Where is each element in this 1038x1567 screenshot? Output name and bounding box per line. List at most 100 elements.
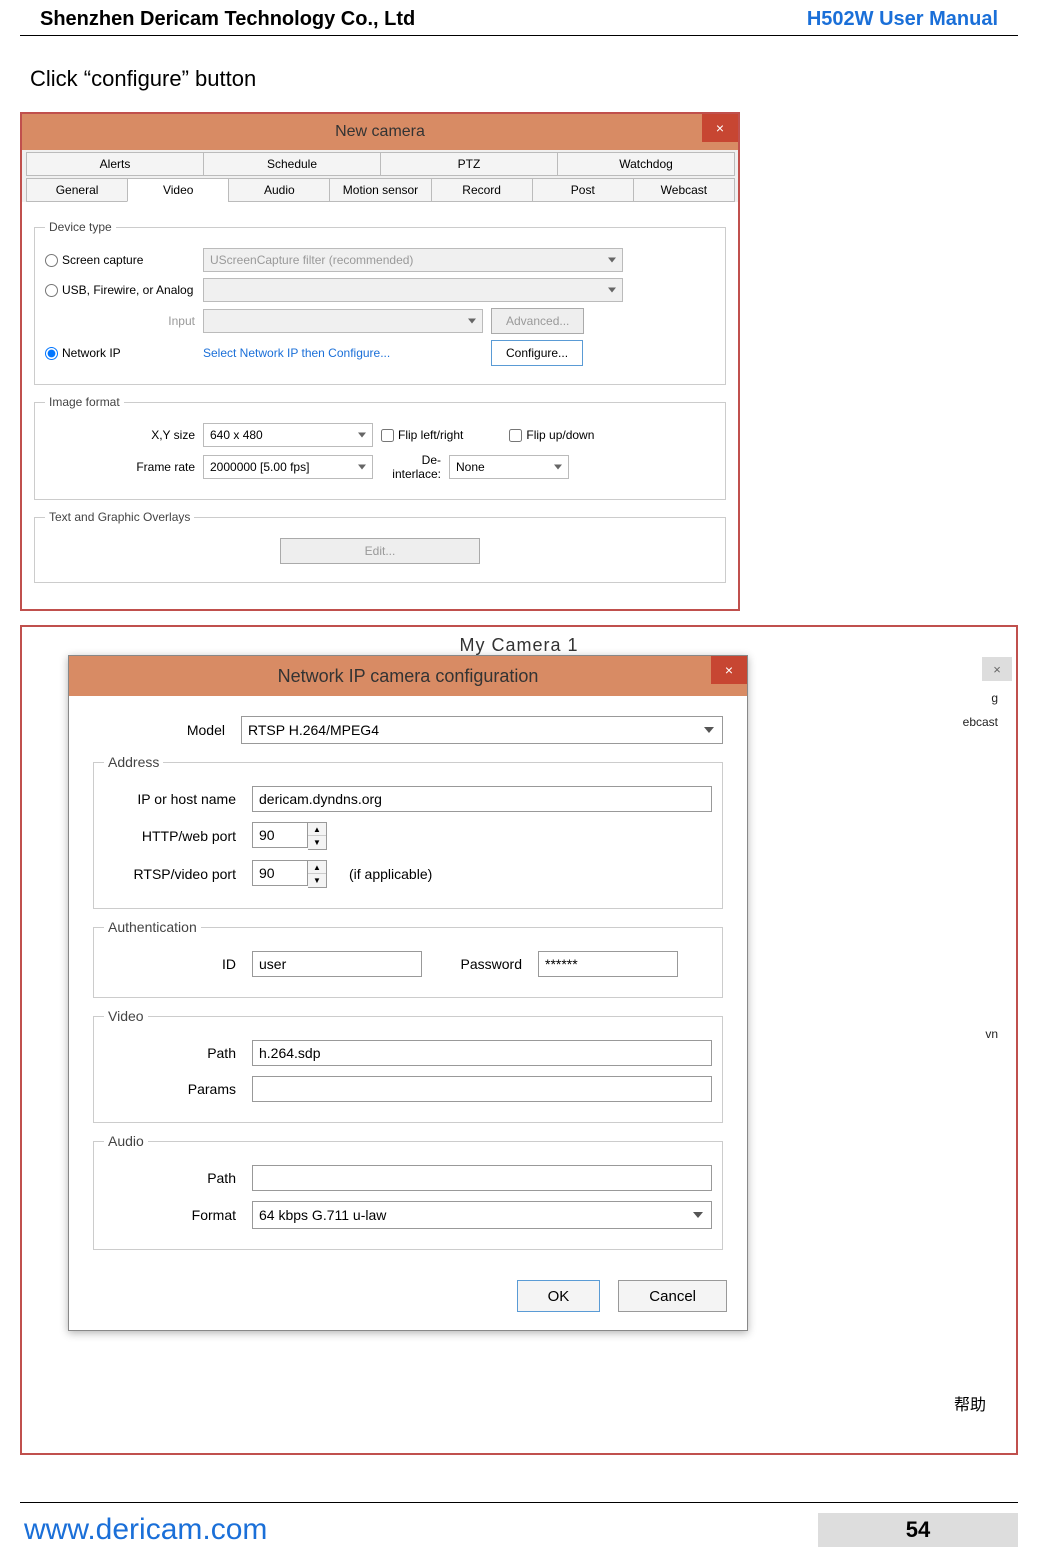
footer-link: www.dericam.com: [20, 1513, 818, 1547]
configure-button[interactable]: Configure...: [491, 340, 583, 366]
company-name: Shenzhen Dericam Technology Co., Ltd: [40, 8, 415, 31]
tab-record[interactable]: Record: [431, 178, 533, 202]
edit-overlay-button[interactable]: Edit...: [280, 538, 480, 564]
radio-usb-label: USB, Firewire, or Analog: [62, 283, 193, 297]
frame-rate-select[interactable]: 2000000 [5.00 fps]: [203, 455, 373, 479]
ok-button[interactable]: OK: [517, 1280, 601, 1312]
deinterlace-label: De-interlace:: [381, 453, 441, 481]
bg-hint-g: g: [991, 691, 998, 705]
radio-screen-capture-label: Screen capture: [62, 253, 143, 267]
window-title: New camera: [335, 123, 425, 141]
tabs-row-upper: Alerts Schedule PTZ Watchdog: [22, 150, 738, 176]
device-type-group: Device type Screen capture UScreenCaptur…: [34, 220, 726, 385]
audio-format-label: Format: [104, 1207, 244, 1223]
radio-network-ip[interactable]: Network IP: [45, 346, 195, 360]
rtsp-port-label: RTSP/video port: [104, 866, 244, 882]
model-value: RTSP H.264/MPEG4: [248, 722, 379, 738]
audio-path-input[interactable]: [252, 1165, 712, 1191]
dialog-close-button[interactable]: ×: [711, 656, 747, 684]
http-port-spin-buttons[interactable]: ▲▼: [308, 822, 327, 850]
tab-ptz[interactable]: PTZ: [380, 152, 558, 176]
overlays-legend: Text and Graphic Overlays: [45, 510, 194, 524]
video-group: Video Path Params: [93, 1008, 723, 1123]
usb-input-select[interactable]: [203, 309, 483, 333]
tab-schedule[interactable]: Schedule: [203, 152, 381, 176]
video-params-input[interactable]: [252, 1076, 712, 1102]
http-port-label: HTTP/web port: [104, 828, 244, 844]
flip-ud-input[interactable]: [509, 429, 522, 442]
titlebar: New camera ×: [22, 114, 738, 150]
device-type-legend: Device type: [45, 220, 116, 234]
video-legend: Video: [104, 1008, 148, 1024]
video-params-label: Params: [104, 1081, 244, 1097]
xy-size-select[interactable]: 640 x 480: [203, 423, 373, 447]
auth-password-input[interactable]: [538, 951, 678, 977]
address-group: Address IP or host name HTTP/web port ▲▼: [93, 754, 723, 909]
model-label: Model: [93, 722, 233, 738]
deinterlace-select[interactable]: None: [449, 455, 569, 479]
xy-size-value: 640 x 480: [210, 428, 263, 442]
flip-lr-checkbox[interactable]: Flip left/right: [381, 428, 463, 442]
dialog-title: Network IP camera configuration: [278, 666, 539, 687]
bg-hint-ebcast: ebcast: [963, 715, 998, 729]
http-port-input[interactable]: [252, 822, 308, 848]
tab-watchdog[interactable]: Watchdog: [557, 152, 735, 176]
tab-video[interactable]: Video: [127, 178, 229, 202]
video-path-input[interactable]: [252, 1040, 712, 1066]
bg-help-button[interactable]: 帮助: [954, 1391, 986, 1415]
auth-id-label: ID: [104, 956, 244, 972]
http-port-spinner[interactable]: ▲▼: [252, 822, 327, 850]
audio-group: Audio Path Format 64 kbps G.711 u-law: [93, 1133, 723, 1250]
radio-usb[interactable]: USB, Firewire, or Analog: [45, 283, 195, 297]
ip-label: IP or host name: [104, 791, 244, 807]
flip-ud-checkbox[interactable]: Flip up/down: [509, 428, 594, 442]
auth-legend: Authentication: [104, 919, 201, 935]
bg-close-button[interactable]: ×: [982, 657, 1012, 681]
auth-group: Authentication ID Password: [93, 919, 723, 998]
flip-lr-input[interactable]: [381, 429, 394, 442]
flip-lr-label: Flip left/right: [398, 428, 463, 442]
radio-screen-capture[interactable]: Screen capture: [45, 253, 195, 267]
tab-alerts[interactable]: Alerts: [26, 152, 204, 176]
tab-motion-sensor[interactable]: Motion sensor: [329, 178, 431, 202]
audio-format-value: 64 kbps G.711 u-law: [259, 1207, 386, 1223]
radio-usb-input[interactable]: [45, 284, 58, 297]
screen-filter-value: UScreenCapture filter (recommended): [210, 253, 413, 267]
ip-input[interactable]: [252, 786, 712, 812]
rtsp-port-input[interactable]: [252, 860, 308, 886]
screen-filter-select[interactable]: UScreenCapture filter (recommended): [203, 248, 623, 272]
rtsp-port-spinner[interactable]: ▲▼: [252, 860, 327, 888]
audio-format-select[interactable]: 64 kbps G.711 u-law: [252, 1201, 712, 1229]
manual-title: H502W User Manual: [807, 8, 998, 31]
image-format-group: Image format X,Y size 640 x 480 Flip lef…: [34, 395, 726, 500]
audio-legend: Audio: [104, 1133, 148, 1149]
bg-window-title: My Camera 1: [22, 635, 1016, 656]
xy-size-label: X,Y size: [45, 428, 195, 442]
auth-password-label: Password: [430, 956, 530, 972]
flip-ud-label: Flip up/down: [526, 428, 594, 442]
radio-network-ip-input[interactable]: [45, 347, 58, 360]
advanced-button[interactable]: Advanced...: [491, 308, 584, 334]
close-button[interactable]: ×: [702, 114, 738, 142]
background-window: My Camera 1 × g ebcast vn Network IP cam…: [20, 625, 1018, 1455]
frame-rate-value: 2000000 [5.00 fps]: [210, 460, 309, 474]
rtsp-note: (if applicable): [335, 866, 432, 882]
input-label: Input: [45, 314, 195, 328]
dialog-actions: OK Cancel: [69, 1266, 747, 1330]
tab-general[interactable]: General: [26, 178, 128, 202]
frame-rate-label: Frame rate: [45, 460, 195, 474]
dialog-form: Model RTSP H.264/MPEG4 Address IP or hos…: [69, 696, 747, 1266]
ip-config-dialog: Network IP camera configuration × Model …: [68, 655, 748, 1331]
tab-webcast[interactable]: Webcast: [633, 178, 735, 202]
tab-audio[interactable]: Audio: [228, 178, 330, 202]
model-select[interactable]: RTSP H.264/MPEG4: [241, 716, 723, 744]
cancel-button[interactable]: Cancel: [618, 1280, 727, 1312]
usb-device-select[interactable]: [203, 278, 623, 302]
rtsp-port-spin-buttons[interactable]: ▲▼: [308, 860, 327, 888]
dialog-titlebar: Network IP camera configuration ×: [69, 656, 747, 696]
auth-id-input[interactable]: [252, 951, 422, 977]
overlays-group: Text and Graphic Overlays Edit...: [34, 510, 726, 583]
tab-post[interactable]: Post: [532, 178, 634, 202]
radio-screen-capture-input[interactable]: [45, 254, 58, 267]
deinterlace-value: None: [456, 460, 485, 474]
